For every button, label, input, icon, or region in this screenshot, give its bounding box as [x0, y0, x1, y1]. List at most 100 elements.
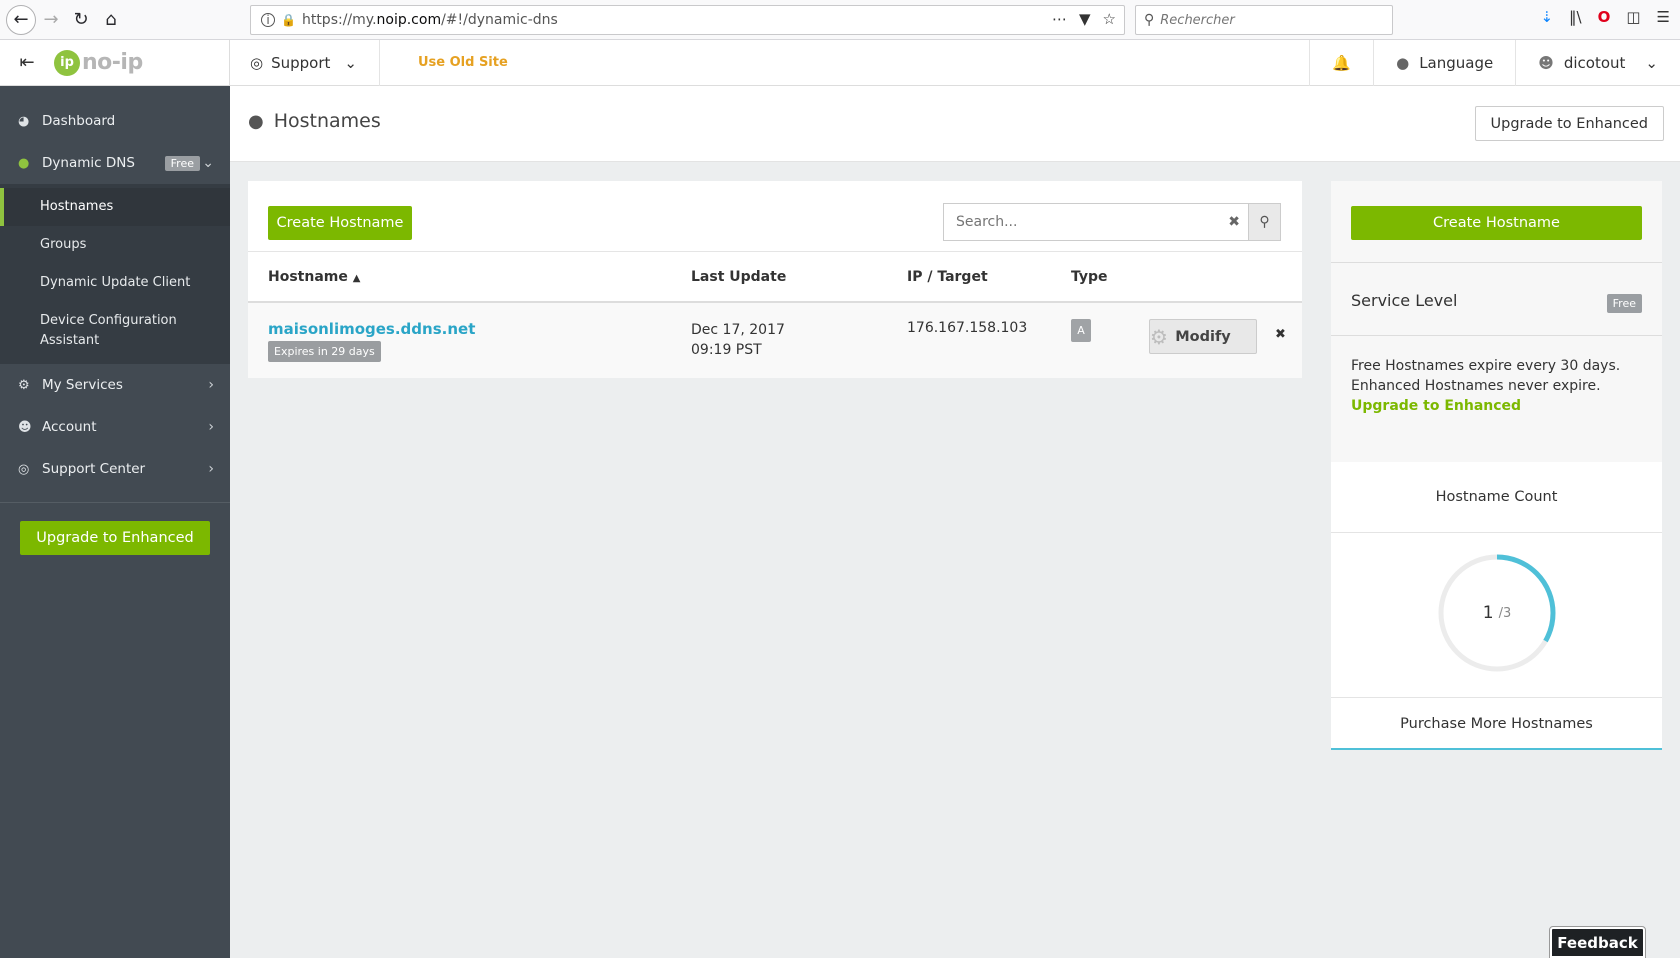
sidebar-item-dashboard[interactable]: ◕ Dashboard	[0, 100, 230, 142]
expiry-info: Free Hostnames expire every 30 days. Enh…	[1331, 336, 1662, 462]
chevron-right-icon: ›	[208, 461, 214, 477]
user-icon: ☻	[1538, 54, 1554, 72]
dynamic-dns-submenu: Hostnames Groups Dynamic Update Client D…	[0, 184, 230, 364]
column-hostname[interactable]: Hostname ▲	[268, 269, 360, 285]
bookmark-star-icon[interactable]: ☆	[1103, 10, 1116, 28]
use-old-site-link[interactable]: Use Old Site	[380, 55, 508, 70]
page-actions-icon[interactable]: ⋯	[1052, 10, 1067, 28]
info-line-1: Free Hostnames expire every 30 days.	[1351, 358, 1621, 374]
sidebar-item-dynamic-dns[interactable]: ● Dynamic DNS Free ⌄	[0, 142, 230, 184]
right-column: Create Hostname Service Level Free Free …	[1331, 181, 1662, 750]
dashboard-icon: ◕	[18, 113, 30, 129]
sidebar-item-groups[interactable]: Groups	[0, 226, 230, 264]
count-used: 1	[1482, 603, 1494, 623]
hostname-count-value: 1/3	[1436, 552, 1558, 674]
chevron-down-icon: ⌄	[202, 155, 214, 171]
logo-bar: ⇤ ip no-ip	[0, 40, 230, 86]
table-header: Hostname ▲ Last Update IP / Target Type	[248, 251, 1302, 303]
support-menu[interactable]: ◎ Support ⌄	[230, 39, 380, 86]
home-button[interactable]: ⌂	[96, 5, 126, 35]
feedback-button[interactable]: Feedback	[1549, 926, 1646, 958]
sidebar-item-device-configuration-assistant[interactable]: Device Configuration Assistant	[0, 302, 200, 360]
info-line-2: Enhanced Hostnames never expire.	[1351, 378, 1601, 394]
chevron-down-icon: ⌄	[344, 53, 357, 72]
search-icon: ⚲	[1259, 214, 1270, 230]
user-menu[interactable]: ☻ dicotout ⌄	[1515, 40, 1680, 86]
noip-logo[interactable]: ip no-ip	[54, 49, 143, 76]
sidebar-item-label: My Services	[42, 377, 123, 393]
expires-badge: Expires in 29 days	[268, 341, 381, 362]
page-title: ● Hostnames	[248, 110, 381, 132]
page-title-text: Hostnames	[273, 110, 381, 132]
right-create-section: Create Hostname	[1331, 181, 1662, 263]
modify-button[interactable]: ⚙ Modify	[1149, 319, 1257, 354]
search-icon: ⚲	[1144, 12, 1155, 28]
free-badge: Free	[164, 155, 200, 171]
last-update-time: 09:19 PST	[691, 342, 762, 358]
lifebuoy-icon: ◎	[250, 53, 264, 72]
sidebar-item-label: Dynamic DNS	[42, 155, 135, 171]
sidebar-item-account[interactable]: ☻ Account ›	[0, 406, 230, 448]
top-nav: ◎ Support ⌄ Use Old Site 🔔 ● Language ☻ …	[230, 39, 1680, 86]
browser-search-input[interactable]	[1160, 12, 1381, 28]
ip-target-cell: 176.167.158.103	[907, 320, 1028, 336]
hamburger-menu-icon[interactable]: ☰	[1657, 8, 1670, 26]
sidebar-item-support-center[interactable]: ◎ Support Center ›	[0, 448, 230, 490]
lifebuoy-icon: ◎	[18, 461, 30, 477]
collapse-sidebar-icon[interactable]: ⇤	[0, 52, 54, 73]
clear-icon[interactable]: ✖	[1228, 214, 1240, 230]
sidebar: ⇤ ip no-ip ◕ Dashboard ● Dynamic DNS Fre…	[0, 40, 230, 958]
service-level-section: Service Level Free	[1331, 263, 1662, 336]
count-total: /3	[1498, 605, 1512, 621]
purchase-more-hostnames-link[interactable]: Purchase More Hostnames	[1331, 697, 1662, 749]
address-bar[interactable]: i 🔒 https://my. noip.com/#!/dynamic-dns ⋯…	[250, 5, 1125, 35]
column-last-update[interactable]: Last Update	[691, 269, 786, 285]
opera-icon[interactable]: O	[1598, 8, 1611, 26]
column-ip-target[interactable]: IP / Target	[907, 269, 988, 285]
sidebar-toggle-icon[interactable]: ◫	[1626, 8, 1640, 26]
download-icon[interactable]: ⇣	[1540, 8, 1553, 26]
globe-icon: ●	[1396, 54, 1410, 72]
search-button[interactable]: ⚲	[1249, 203, 1281, 241]
hostname-count-title: Hostname Count	[1331, 462, 1662, 533]
url-host: noip.com	[376, 12, 442, 28]
username: dicotout	[1563, 54, 1626, 72]
sidebar-upgrade-button[interactable]: Upgrade to Enhanced	[20, 521, 210, 555]
service-level-label: Service Level	[1351, 291, 1458, 310]
browser-toolbar: ← → ↻ ⌂ i 🔒 https://my. noip.com/#!/dynam…	[0, 0, 1680, 40]
search-field-wrap: ✖	[943, 203, 1249, 241]
pocket-icon[interactable]: ▼	[1079, 10, 1091, 28]
last-update-cell: Dec 17, 2017 09:19 PST	[691, 320, 785, 360]
library-icon[interactable]: ‖\	[1569, 8, 1582, 26]
record-type-badge: A	[1071, 319, 1091, 342]
gear-icon: ⚙	[18, 377, 30, 393]
user-icon: ☻	[18, 419, 32, 435]
language-label: Language	[1419, 54, 1494, 72]
sidebar-item-dynamic-update-client[interactable]: Dynamic Update Client	[0, 264, 230, 302]
chevron-right-icon: ›	[208, 377, 214, 393]
url-prefix: https://my.	[301, 12, 377, 28]
language-menu[interactable]: ● Language	[1373, 40, 1515, 86]
table-row: maisonlimoges.ddns.net Expires in 29 day…	[248, 303, 1302, 378]
notifications-button[interactable]: 🔔	[1309, 40, 1373, 86]
chevron-right-icon: ›	[208, 419, 214, 435]
reload-button[interactable]: ↻	[66, 5, 96, 35]
sidebar-item-hostnames[interactable]: Hostnames	[0, 188, 230, 226]
hostnames-panel: Create Hostname ✖ ⚲ Hostname ▲ Last Upda…	[248, 181, 1302, 378]
back-button[interactable]: ←	[6, 4, 36, 35]
bell-icon: 🔔	[1332, 54, 1352, 72]
header-upgrade-button[interactable]: Upgrade to Enhanced	[1474, 106, 1664, 141]
info-icon[interactable]: i	[261, 13, 275, 27]
right-create-hostname-button[interactable]: Create Hostname	[1351, 206, 1642, 240]
page-header: ● Hostnames Upgrade to Enhanced	[230, 86, 1680, 162]
delete-icon[interactable]: ✖	[1275, 327, 1286, 342]
create-hostname-button[interactable]: Create Hostname	[268, 206, 412, 240]
last-update-date: Dec 17, 2017	[691, 322, 785, 338]
hostname-link[interactable]: maisonlimoges.ddns.net	[268, 320, 475, 338]
forward-button[interactable]: →	[36, 5, 66, 35]
column-type[interactable]: Type	[1071, 269, 1108, 285]
sidebar-item-my-services[interactable]: ⚙ My Services ›	[0, 364, 230, 406]
upgrade-link[interactable]: Upgrade to Enhanced	[1351, 396, 1642, 416]
browser-search-bar[interactable]: ⚲	[1135, 5, 1393, 35]
search-input[interactable]	[956, 214, 1206, 230]
